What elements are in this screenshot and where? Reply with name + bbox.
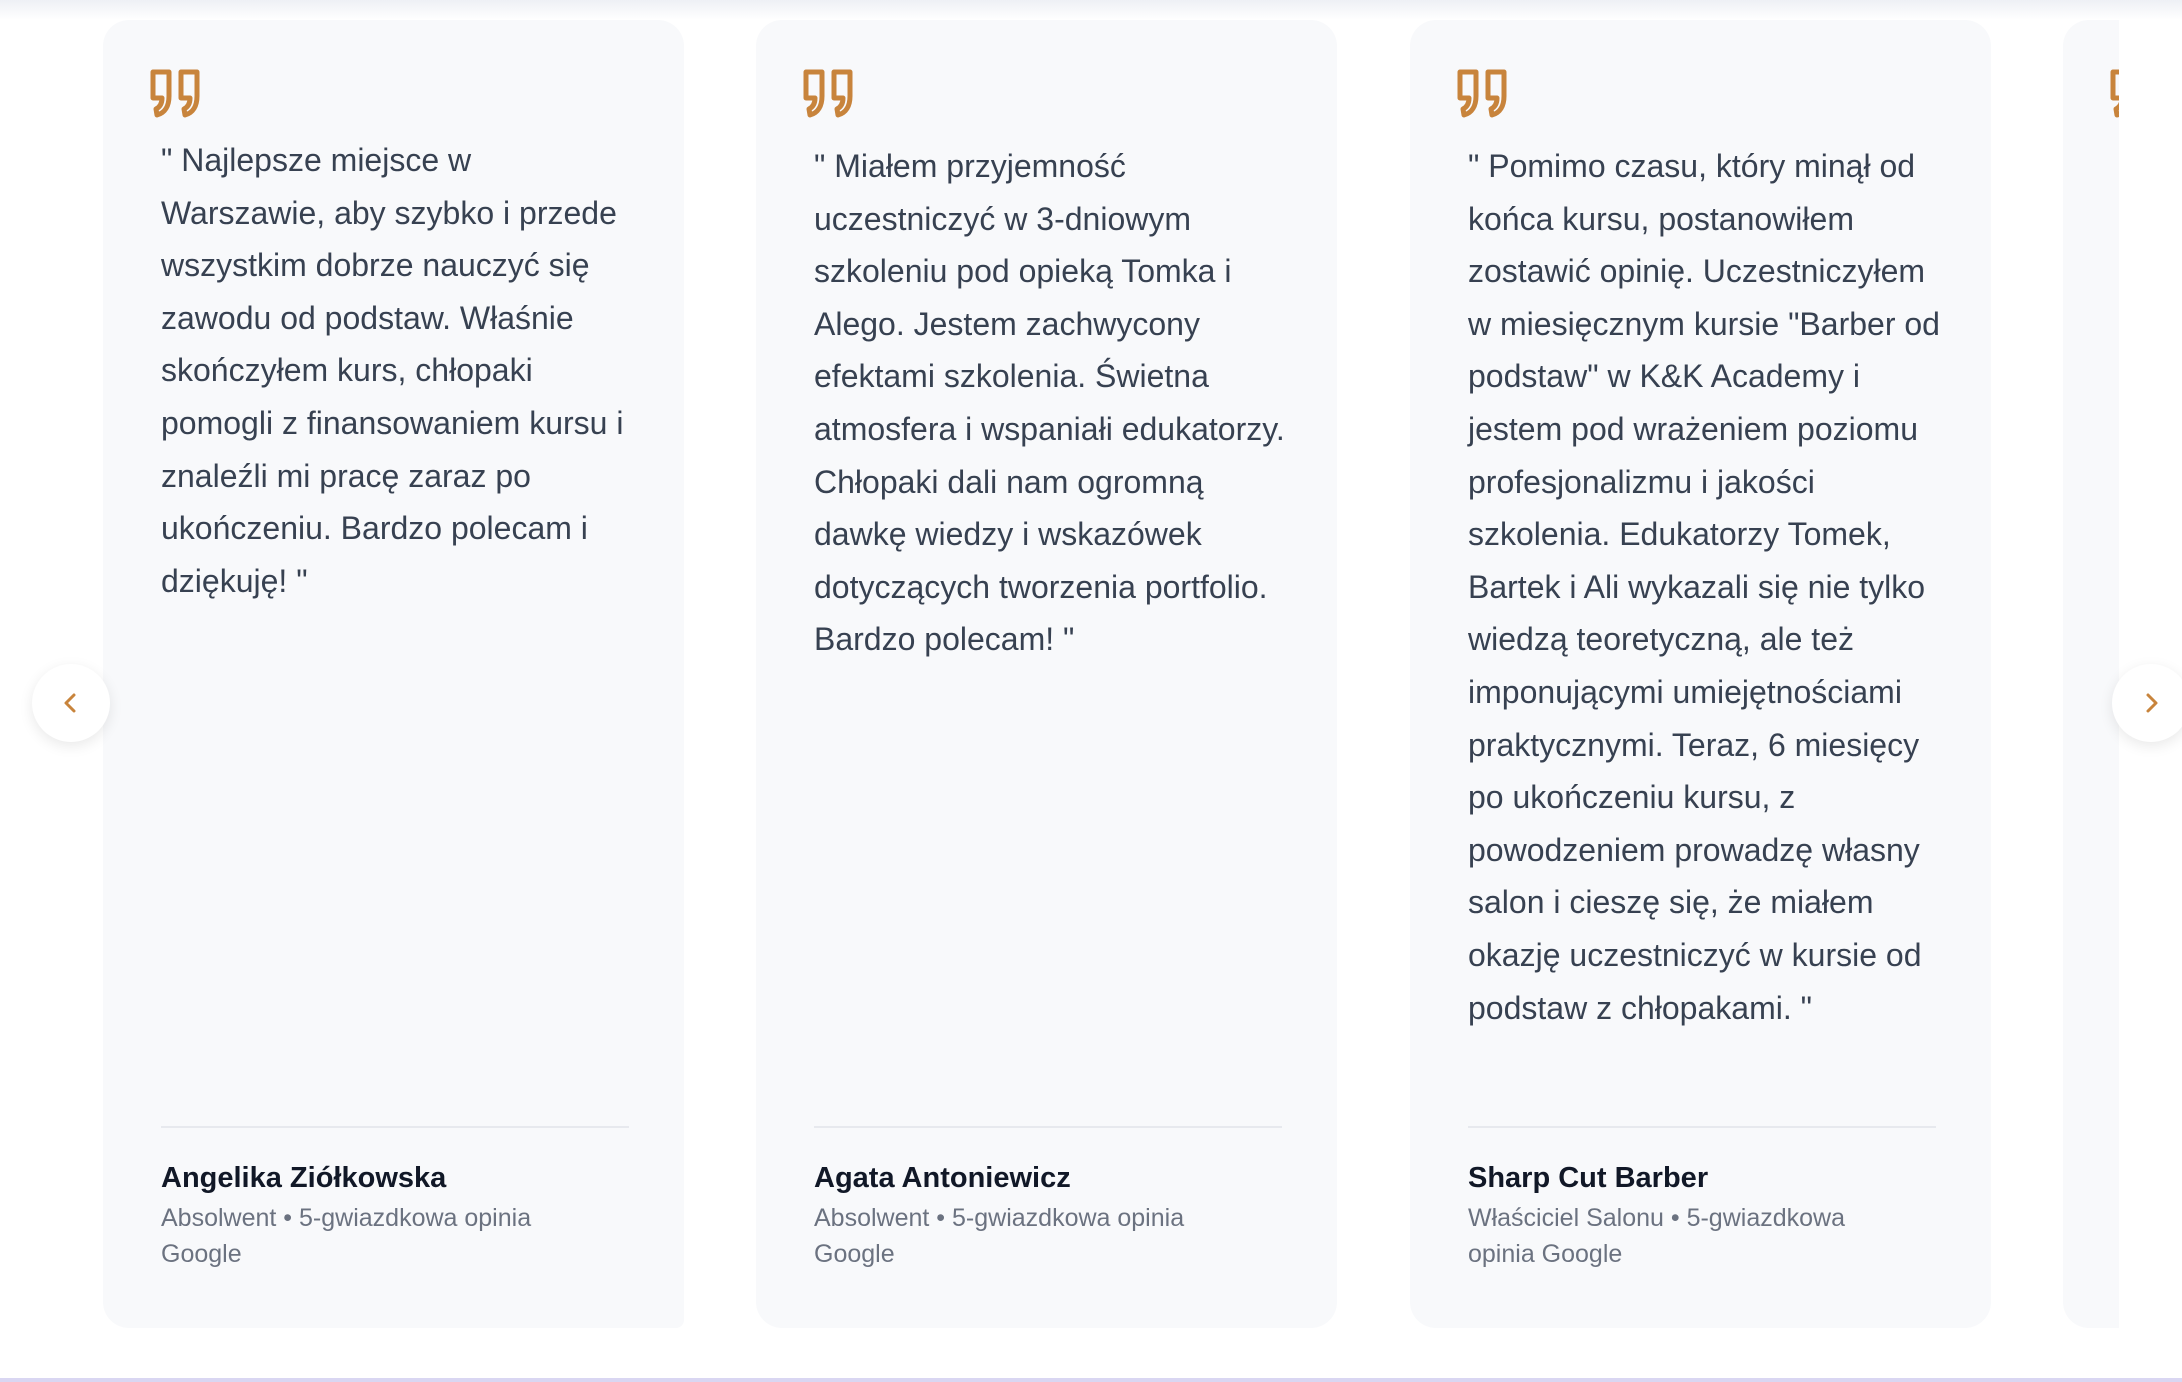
quote-icon <box>150 69 200 118</box>
quote-icon <box>2110 69 2119 118</box>
testimonial-meta: Absolwent • 5-gwiazdkowa opinia Google <box>161 1204 532 1268</box>
testimonial-card: " Najlepsze miejsce w Warszawie, aby szy… <box>103 20 684 1328</box>
testimonial-quote: " Pomimo czasu, który minął od końca kur… <box>1468 148 1940 1026</box>
testimonial-meta: Absolwent • 5-gwiazdkowa opinia Google <box>814 1204 1185 1268</box>
testimonial-author: Angelika Ziółkowska <box>161 1162 447 1194</box>
testimonial-role: Właściciel Salonu <box>1468 1204 1664 1232</box>
testimonial-quote: " Miałem przyjemność uczestniczyć w 3-dn… <box>814 148 1285 658</box>
chevron-left-icon <box>64 693 76 713</box>
divider <box>814 1126 1282 1128</box>
section-bottom-border <box>0 1378 2182 1382</box>
testimonials-carousel: " Najlepsze miejsce w Warszawie, aby szy… <box>103 0 2119 1382</box>
carousel-prev-button[interactable] <box>32 664 110 742</box>
testimonial-quote: " Najlepsze miejsce w Warszawie, aby szy… <box>161 142 624 599</box>
testimonial-role: Absolwent <box>161 1204 277 1232</box>
testimonial-card: " Pomimo czasu, który minął od końca kur… <box>1410 20 1991 1328</box>
testimonial-meta: Właściciel Salonu • 5-gwiazdkowa opinia … <box>1468 1204 1845 1268</box>
testimonial-card: " Miałem przyjemność uczestniczyć w 3-dn… <box>756 20 1337 1328</box>
testimonial-author: Sharp Cut Barber <box>1468 1162 1709 1194</box>
quote-icon <box>803 69 853 118</box>
testimonial-card-partial <box>2063 20 2119 1328</box>
divider <box>1468 1126 1936 1128</box>
carousel-next-button[interactable] <box>2112 664 2182 742</box>
chevron-right-icon <box>2146 693 2158 713</box>
divider <box>161 1126 629 1128</box>
testimonial-role: Absolwent <box>814 1204 930 1232</box>
quote-icon <box>1457 69 1507 118</box>
testimonial-author: Agata Antoniewicz <box>814 1162 1071 1194</box>
